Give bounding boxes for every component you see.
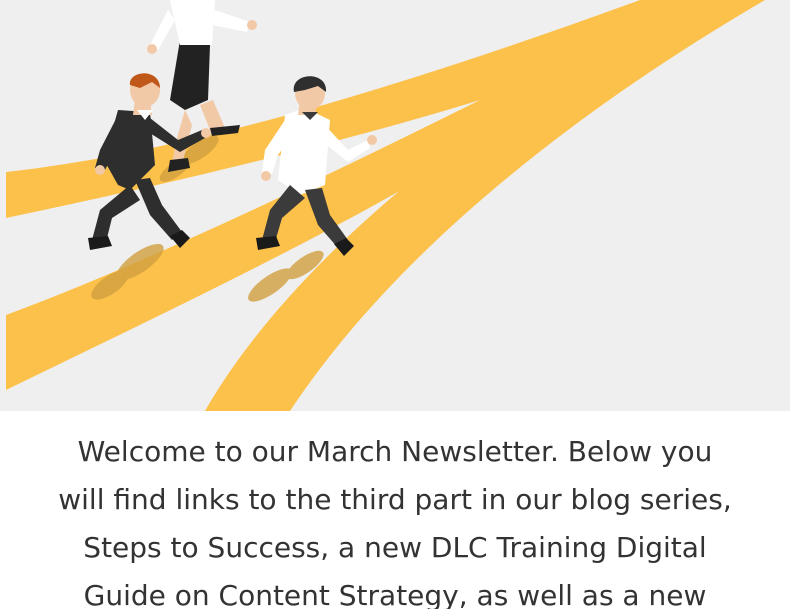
hero-illustration — [0, 0, 790, 411]
intro-line-4: Guide on Content Strategy, as well as a … — [83, 579, 707, 609]
newsletter-page: Welcome to our March Newsletter. Below y… — [0, 0, 790, 609]
newsletter-intro-text: Welcome to our March Newsletter. Below y… — [0, 428, 790, 609]
intro-line-1: Welcome to our March Newsletter. Below y… — [77, 435, 713, 468]
intro-line-2: will find links to the third part in our… — [58, 483, 732, 516]
intro-line-3: Steps to Success, a new DLC Training Dig… — [83, 531, 707, 564]
